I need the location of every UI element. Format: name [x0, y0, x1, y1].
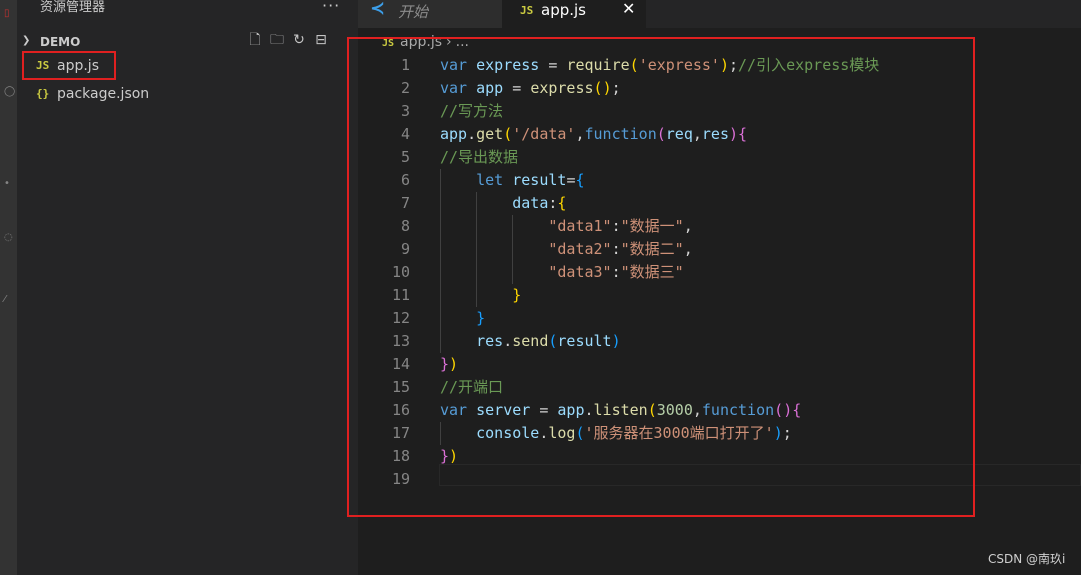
tab-label: app.js [541, 1, 586, 19]
file-name: package.json [57, 86, 150, 102]
extensions-icon[interactable]: ⁄ [4, 294, 12, 306]
close-icon[interactable]: ✕ [622, 0, 635, 18]
explorer-icon[interactable]: ▯ [4, 8, 12, 20]
debug-icon[interactable]: ◌ [4, 232, 13, 244]
tab-label: 开始 [398, 3, 429, 21]
new-folder-icon[interactable]: 🗀 [269, 32, 285, 48]
search-icon[interactable]: ◯ [4, 86, 15, 98]
json-file-icon: {} [36, 87, 50, 100]
folder-section-header[interactable]: ❯ DEMO 🗋 🗀 ↻ ⊟ [17, 32, 358, 52]
annotation-box-file [22, 51, 116, 80]
more-actions-icon[interactable]: ··· [322, 0, 340, 15]
collapse-all-icon[interactable]: ⊟ [313, 32, 329, 48]
folder-name: DEMO [40, 35, 81, 49]
tab-bar: ≺ 开始 JS app.js ✕ [358, 0, 1081, 28]
annotation-box-editor [347, 37, 975, 517]
explorer-sidebar: 资源管理器 ··· ❯ DEMO 🗋 🗀 ↻ ⊟ JS app.js {} pa… [17, 0, 358, 575]
refresh-icon[interactable]: ↻ [291, 32, 307, 48]
file-item-package-json[interactable]: {} package.json [17, 84, 358, 106]
chevron-down-icon[interactable]: ❯ [22, 35, 30, 46]
vscode-logo-icon: ≺ [370, 0, 386, 19]
tab-app-js[interactable]: JS app.js ✕ [502, 0, 646, 28]
tab-welcome[interactable]: ≺ 开始 [358, 0, 502, 28]
watermark: CSDN @南玖i [988, 552, 1066, 566]
explorer-actions: 🗋 🗀 ↻ ⊟ [247, 32, 329, 48]
js-file-icon: JS [520, 4, 534, 17]
new-file-icon[interactable]: 🗋 [247, 32, 263, 48]
activity-bar: ▯ ◯ • ◌ ⁄ [0, 0, 17, 575]
source-control-icon[interactable]: • [4, 178, 12, 190]
explorer-title: 资源管理器 [40, 0, 106, 15]
